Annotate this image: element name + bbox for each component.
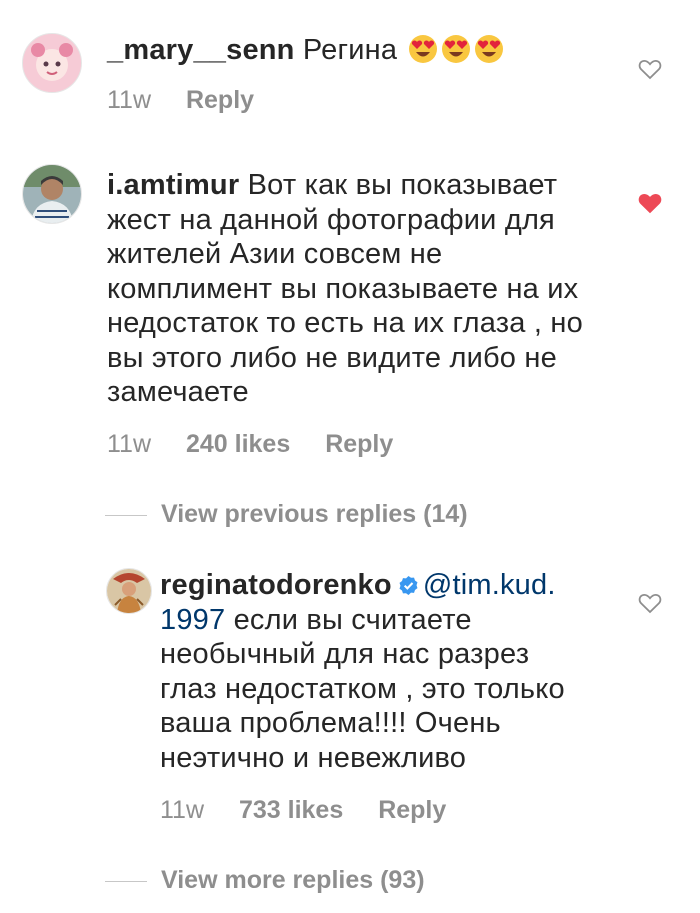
comment-line: комплимент вы показываете на их — [107, 272, 579, 305]
comment-time: 11w — [107, 430, 152, 458]
avatar-image — [23, 34, 81, 92]
comment-line: жест на данной фотографии для — [107, 203, 555, 236]
avatar-image — [107, 569, 151, 613]
mention-link-continued[interactable]: 1997 — [160, 604, 225, 636]
comment-line: i.amtimur Вот как вы показывает — [107, 168, 627, 203]
divider-line — [105, 514, 147, 516]
verified-badge-icon — [399, 575, 418, 596]
comment-line: вы этого либо не видите либо не — [107, 341, 557, 374]
comment-line: необычный для нас разрез — [160, 638, 530, 670]
mention-link[interactable]: @tim.kud. — [423, 569, 556, 601]
comment-time: 11w — [160, 796, 205, 824]
comment-text: Вот как вы показывает — [247, 169, 558, 201]
likes-count[interactable]: 733 likes — [239, 796, 343, 824]
reply-button[interactable]: Reply — [378, 796, 446, 824]
comment-meta: 11w 240 likes Reply — [107, 430, 421, 459]
comment-body: _mary__senn Регина — [107, 33, 627, 68]
reply-button[interactable]: Reply — [186, 86, 254, 114]
view-previous-replies[interactable]: View previous replies (14) — [105, 500, 468, 529]
comment-username[interactable]: i.amtimur — [107, 169, 239, 201]
view-previous-replies-label: View previous replies (14) — [161, 500, 468, 528]
like-heart-icon[interactable] — [638, 58, 662, 80]
comment-time: 11w — [107, 86, 152, 114]
comment-meta: 11w Reply — [107, 86, 282, 115]
avatar[interactable] — [22, 164, 82, 224]
comment-line: неэтично и невежливо — [160, 741, 467, 774]
comment-username[interactable]: _mary__senn — [107, 34, 295, 66]
comment-text: если вы считаете — [233, 603, 472, 636]
comment-line: недостаток то есть на их глаза , но — [107, 307, 583, 339]
comment-line: reginatodorenko @tim.kud. — [160, 568, 620, 603]
avatar[interactable] — [22, 33, 82, 93]
heart-eyes-emoji-icon — [409, 35, 438, 63]
comment-line: глаз недостатком , это только — [160, 672, 565, 705]
heart-eyes-emoji-icon — [475, 35, 504, 63]
comment-text: Регина — [302, 34, 398, 66]
divider-line — [105, 880, 147, 882]
avatar[interactable] — [106, 568, 152, 614]
comment-meta: 11w 733 likes Reply — [160, 796, 474, 825]
comment-line: замечаете — [107, 376, 249, 408]
comment-line: жителей Азии совсем не — [107, 238, 443, 270]
comment-line: 1997 если вы считаете — [160, 603, 620, 638]
like-heart-icon[interactable] — [638, 592, 662, 614]
comment-body: i.amtimur Вот как вы показывает жест на … — [107, 168, 627, 410]
heart-eyes-emoji-icon — [442, 35, 471, 63]
reply-button[interactable]: Reply — [325, 430, 393, 458]
comment-line: ваша проблема!!!! Очень — [160, 707, 501, 739]
liked-heart-icon[interactable] — [638, 192, 662, 214]
avatar-image — [23, 165, 81, 223]
comment-username[interactable]: reginatodorenko — [160, 569, 392, 601]
likes-count[interactable]: 240 likes — [186, 430, 290, 458]
heart-eyes-emoji — [405, 34, 504, 66]
view-more-replies[interactable]: View more replies (93) — [105, 866, 425, 895]
comment-body: reginatodorenko @tim.kud. 1997 если вы сч… — [160, 568, 620, 775]
view-more-replies-label: View more replies (93) — [161, 866, 425, 894]
